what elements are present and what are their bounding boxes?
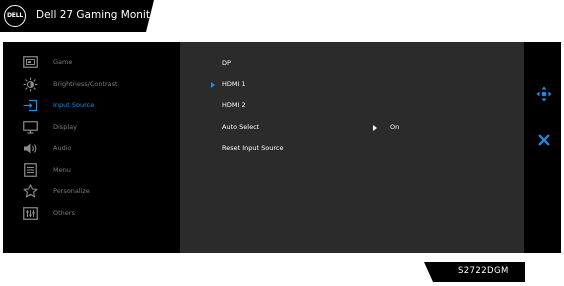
menu-icon [22,163,38,177]
monitor-title: Dell 27 Gaming Monitor [36,9,161,21]
navigate-icon [536,86,552,106]
sidebar-item-display[interactable]: Display [3,117,178,138]
others-icon [22,206,38,220]
sidebar-item-menu[interactable]: Menu [3,160,178,181]
option-reset-input-source[interactable]: Reset Input Source [222,144,283,158]
game-icon [22,55,38,69]
auto-select-value: On [390,123,400,131]
sidebar-item-label: Game [53,58,73,66]
option-auto-select[interactable]: Auto Select [222,123,259,137]
input-source-icon [22,98,38,112]
sidebar-item-others[interactable]: Others [3,203,178,224]
audio-icon [22,141,38,155]
sidebar-item-brightness-contrast[interactable]: Brightness/Contrast [3,74,178,95]
sidebar-item-input-source[interactable]: Input Source [3,95,178,116]
sidebar-item-label: Menu [53,166,71,174]
navigate-button[interactable] [532,84,556,108]
option-dp[interactable]: DP [222,59,231,73]
brightness-icon [22,77,38,91]
close-icon [538,131,550,150]
monitor-osd: DELL Dell 27 Gaming Monitor Game Brightn… [0,0,564,286]
sidebar-item-game[interactable]: Game [3,52,178,73]
sidebar-item-label: Input Source [53,101,95,109]
close-button[interactable] [532,128,556,152]
sidebar-item-label: Brightness/Contrast [53,80,118,88]
star-icon [22,184,38,198]
submenu-arrow-icon [373,125,377,131]
sidebar-item-label: Audio [53,144,72,152]
dell-logo: DELL [4,5,26,27]
sidebar-item-label: Display [53,123,77,131]
model-name: S2722DGM [458,266,509,276]
title-bar-content: DELL Dell 27 Gaming Monitor [0,0,162,32]
option-hdmi-1[interactable]: HDMI 1 [222,80,246,94]
option-hdmi-2[interactable]: HDMI 2 [222,101,246,115]
sidebar-item-audio[interactable]: Audio [3,138,178,159]
selected-indicator-icon [211,82,215,88]
sidebar-item-personalize[interactable]: Personalize [3,181,178,202]
sidebar-item-label: Personalize [53,187,90,195]
sidebar-item-label: Others [53,209,75,217]
display-icon [22,120,38,134]
